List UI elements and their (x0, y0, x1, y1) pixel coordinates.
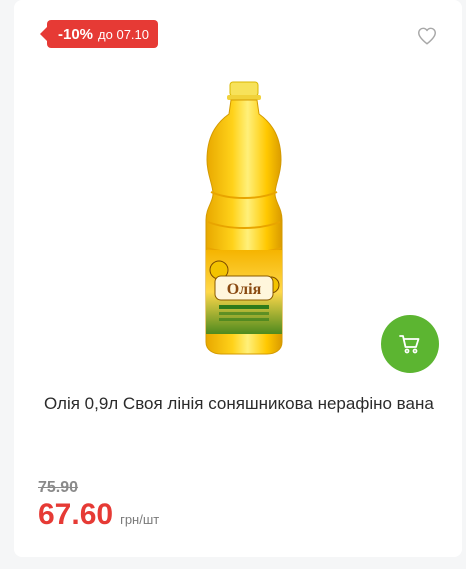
heart-outline-icon (418, 27, 436, 45)
discount-percent: -10% (58, 25, 94, 43)
current-price: 67.60 (38, 498, 114, 531)
oil-bottle-image: Олія (205, 81, 283, 355)
shopping-cart-icon (399, 335, 420, 354)
product-card[interactable]: -10% до 07.10 Олія Олія 0,9л Своя лінія … (14, 0, 462, 557)
old-price: 75.90 (38, 479, 79, 496)
product-title[interactable]: Олія 0,9л Своя лінія соняшникова нерафін… (44, 390, 444, 418)
bottle-label-text: Олія (227, 281, 262, 298)
discount-badge: -10% до 07.10 (40, 20, 158, 48)
favorite-button[interactable] (416, 25, 438, 47)
add-to-cart-button[interactable] (381, 315, 439, 373)
discount-until: до 07.10 (98, 26, 149, 42)
price-row: 67.60 грн/шт (38, 498, 159, 532)
price-unit: грн/шт (120, 512, 160, 527)
product-image[interactable]: Олія (189, 80, 299, 358)
